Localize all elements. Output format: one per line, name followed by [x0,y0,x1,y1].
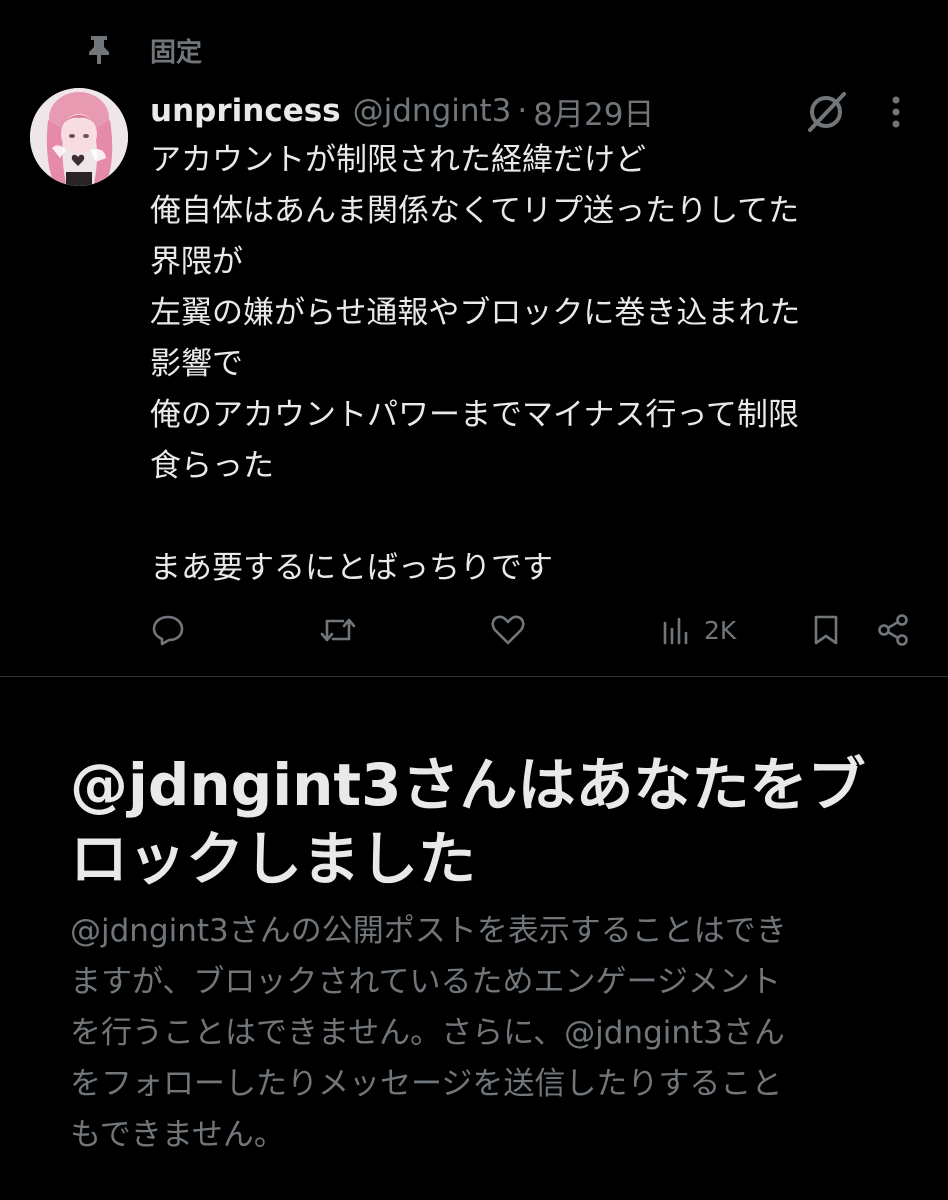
post-header: unprincess @jdngint3 · 8月29日 [150,88,654,134]
more-options-icon[interactable] [880,92,912,132]
post-text-line: まあ要するにとばっちりです [150,550,553,586]
blocked-title-line: ロックしました [70,825,477,893]
blocked-notice-description: @jdngint3さんの公開ポストを表示することはでき ますが、ブロックされてい… [70,906,910,1161]
post-text-line: 影響で [150,346,243,382]
blocked-desc-line: ますが、ブロックされているためエンゲージメント [70,964,781,1000]
views-icon [656,610,696,650]
divider [0,676,948,677]
reply-button[interactable] [148,606,188,654]
post-text-line: 食らった [150,448,274,484]
share-button[interactable] [874,606,914,654]
post-text-line: 俺自体はあんま関係なくてリプ送ったりしてた [150,193,800,229]
blocked-desc-line: をフォローしたりメッセージを送信したりすること [70,1066,783,1102]
post-text-line: 俺のアカウントパワーまでマイナス行って制限 [150,397,799,433]
bookmark-button[interactable] [806,606,846,654]
author-display-name[interactable]: unprincess [150,93,341,129]
views-count: 2K [704,615,737,645]
blocked-desc-line: を行うことはできません。さらに、@jdngint3さん [70,1015,785,1051]
avatar-image [30,88,128,186]
post-text-line: 左翼の嫌がらせ通報やブロックに巻き込まれた [150,295,801,331]
blocked-title-line: @jdngint3さんはあなたをブ [70,751,866,819]
blocked-desc-line: @jdngint3さんの公開ポストを表示することはでき [70,913,787,949]
post-text-line: 界隈が [150,244,243,280]
grok-icon[interactable] [800,90,852,134]
post-text-line [150,492,920,543]
pinned-label: 固定 [150,37,203,68]
header-separator: · [517,93,528,129]
avatar[interactable] [30,88,128,186]
author-handle[interactable]: @jdngint3 [353,93,512,129]
pinned-indicator: 固定 [84,30,202,70]
like-button[interactable] [488,606,528,654]
bookmark-icon [806,610,846,650]
repost-icon [318,610,358,650]
post-text: アカウントが制限された経緯だけど 俺自体はあんま関係なくてリプ送ったりしてた 界… [150,135,920,594]
post-date[interactable]: 8月29日 [533,89,654,134]
repost-button[interactable] [318,606,358,654]
blocked-notice-title: @jdngint3さんはあなたをブ ロックしました [70,748,900,896]
pin-icon [84,33,114,67]
post-text-line: アカウントが制限された経緯だけど [150,142,646,178]
share-icon [874,610,914,650]
like-icon [488,610,528,650]
views-button[interactable]: 2K [656,606,736,654]
blocked-desc-line: もできません。 [70,1117,285,1153]
reply-icon [148,610,188,650]
